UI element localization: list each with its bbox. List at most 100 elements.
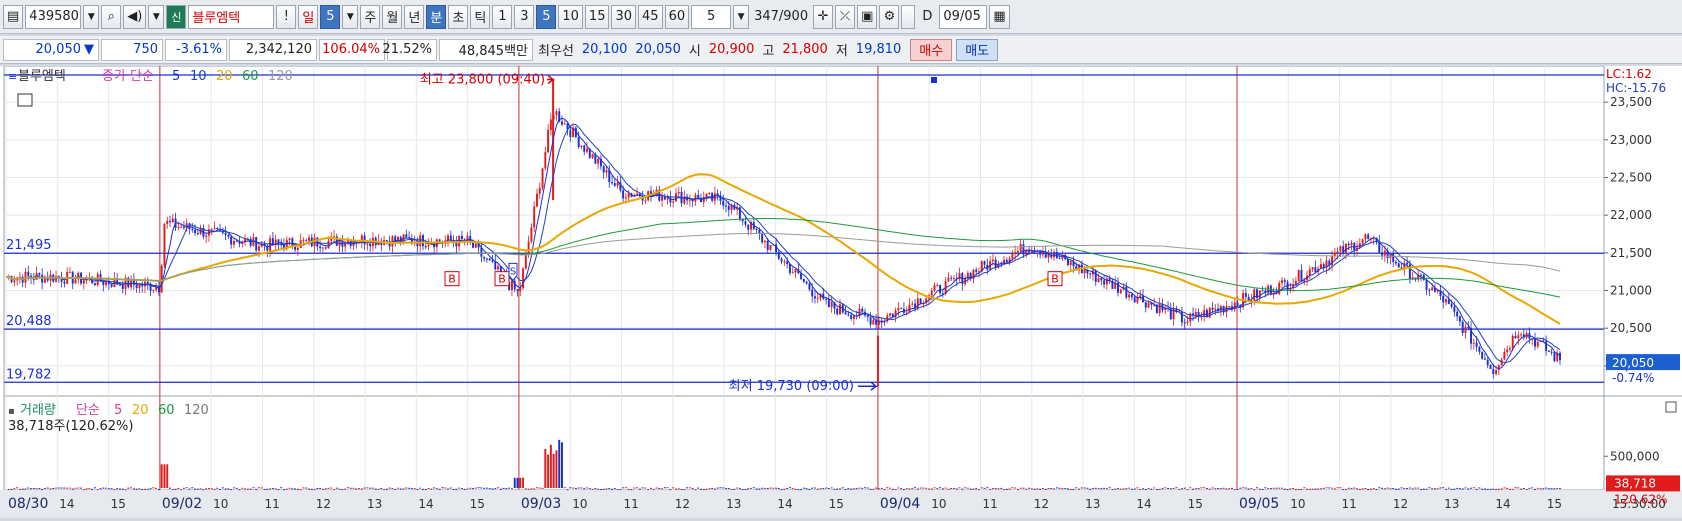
volume-bar	[383, 489, 386, 491]
volume-bar	[1411, 488, 1414, 490]
volume-bar	[141, 489, 144, 491]
stock-code-input[interactable]: 439580	[25, 4, 82, 29]
volume-bar	[1344, 488, 1347, 490]
volume-bar	[752, 487, 755, 489]
candle-body	[1550, 351, 1553, 353]
speaker-dropdown-icon[interactable]: ▼	[148, 4, 165, 29]
minute-button[interactable]: 분	[426, 4, 447, 29]
layout-icon[interactable]: ▤	[3, 4, 24, 29]
volume-bar	[1050, 487, 1053, 489]
volume-bar	[152, 487, 155, 489]
time-label: 14	[777, 497, 792, 511]
volume-bar	[1389, 488, 1392, 490]
price-volume-chart[interactable]: 08/30 14 15 09/02 10 11 12 13 14 15 09/03 10 11 12 13 1…	[0, 65, 1682, 518]
candle-body	[230, 236, 233, 245]
candle-body	[166, 220, 169, 224]
candle-body	[1453, 306, 1456, 312]
tick-button[interactable]: 틱	[470, 4, 491, 29]
volume-bar	[561, 442, 563, 488]
volume-bar	[1289, 488, 1292, 490]
volume-bar	[146, 488, 149, 490]
volume-bar	[182, 487, 185, 489]
chart-labels: 08/30 14 15 09/02 10 11 12 13 14 15 09/03 10 11 12 13 1…	[6, 67, 1680, 512]
interval-button-60[interactable]: 60	[664, 4, 690, 29]
candle-body	[1497, 365, 1500, 371]
volume-legend-icon: ▪	[8, 406, 15, 417]
tool-icon[interactable]: ⤫	[835, 4, 856, 29]
count-dropdown-icon[interactable]: ▼	[733, 4, 750, 29]
period-day-button[interactable]: 일	[298, 4, 319, 29]
candle-body	[13, 280, 16, 283]
save-icon[interactable]: ▣	[857, 4, 878, 29]
candle-body	[427, 244, 430, 247]
volume-bar	[883, 488, 886, 490]
alert-button[interactable]: !	[276, 4, 297, 29]
volume-bar	[747, 488, 750, 490]
volume-bar	[1517, 487, 1520, 489]
count-input[interactable]: 5	[691, 4, 732, 29]
candle-body	[216, 227, 219, 230]
volume-ma-120: 120	[184, 403, 209, 418]
week-button[interactable]: 주	[360, 4, 381, 29]
interval-button-30[interactable]: 30	[611, 4, 637, 29]
volume-bar	[1003, 489, 1005, 491]
candle-body	[1211, 307, 1214, 310]
period-day-value[interactable]: 5	[320, 4, 341, 29]
volume-bar	[358, 488, 361, 490]
candle-body	[1172, 308, 1175, 320]
volume-bar	[894, 489, 897, 491]
volume-bar	[1303, 487, 1306, 489]
volume-bar	[1534, 488, 1536, 490]
gear-icon[interactable]: ⚙	[879, 4, 900, 29]
candle-body	[569, 129, 572, 138]
second-button[interactable]: 초	[448, 4, 469, 29]
candle-body	[839, 304, 841, 315]
buy-button[interactable]: 매수	[910, 38, 953, 61]
volume-bar	[1114, 488, 1117, 490]
time-label: 13	[367, 497, 382, 511]
volume-bar	[252, 487, 255, 489]
search-icon[interactable]: ⌕	[101, 4, 122, 29]
candle-body	[580, 145, 583, 147]
date-input[interactable]: 09/05	[939, 4, 988, 29]
sell-button[interactable]: 매도	[956, 38, 999, 61]
interval-button-15[interactable]: 15	[584, 4, 610, 29]
time-label: 11	[1342, 497, 1357, 511]
volume-bar	[763, 487, 766, 489]
calendar-icon[interactable]: ▦	[989, 4, 1010, 29]
year-button[interactable]: 년	[404, 4, 425, 29]
volume-bar	[1478, 487, 1481, 489]
period-dropdown-icon[interactable]: ▼	[342, 4, 359, 29]
volume-bar	[819, 488, 822, 490]
interval-button-1[interactable]: 1	[492, 4, 513, 29]
volume-bar	[1011, 487, 1014, 489]
volume-bar	[127, 487, 130, 489]
volume-bar	[177, 487, 180, 489]
price-change-pct: -3.61%	[165, 38, 227, 61]
volume-bar	[902, 489, 905, 491]
volume-bar	[541, 487, 544, 489]
candle-body	[1461, 321, 1464, 333]
crosshair-icon[interactable]: ✛	[813, 4, 834, 29]
volume-bar	[947, 488, 950, 490]
volume-bar	[761, 487, 764, 489]
interval-button-10[interactable]: 10	[558, 4, 583, 29]
interval-button-3[interactable]: 3	[514, 4, 535, 29]
code-dropdown-icon[interactable]: ▼	[83, 4, 100, 29]
volume-bar	[1297, 489, 1300, 491]
chart-area[interactable]: 08/30 14 15 09/02 10 11 12 13 14 15 09/03 10 11 12 13 1…	[0, 65, 1682, 518]
d-checkbox[interactable]	[901, 4, 916, 29]
month-button[interactable]: 월	[382, 4, 403, 29]
candle-body	[1144, 302, 1147, 308]
stock-name[interactable]: 블루엠텍	[188, 4, 275, 29]
candle-body	[952, 278, 955, 280]
candle-body	[549, 119, 552, 131]
speaker-icon[interactable]: ◀)	[123, 4, 147, 29]
volume-bar	[499, 488, 502, 490]
interval-button-5[interactable]: 5	[536, 4, 557, 29]
interval-button-45[interactable]: 45	[638, 4, 663, 29]
volume-bar	[808, 488, 811, 490]
volume-bar	[1439, 487, 1442, 489]
volume-bar	[91, 488, 94, 490]
volume-bar	[577, 487, 580, 489]
